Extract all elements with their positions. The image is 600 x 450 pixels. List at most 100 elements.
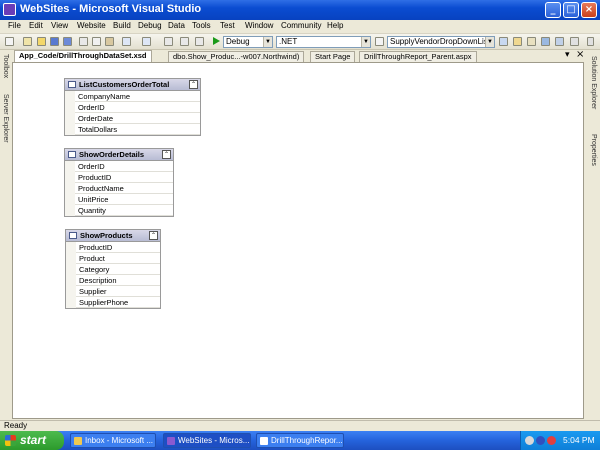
tab-start-page[interactable]: Start Page (310, 51, 356, 62)
datatable-list-customers-order-total[interactable]: ListCustomersOrderTotal ⌃ CompanyName Or… (64, 78, 201, 136)
solution-configuration-combo[interactable]: Debug ▼ (223, 36, 273, 48)
column-row[interactable]: CompanyName (75, 91, 200, 102)
security-alert-icon[interactable] (547, 436, 556, 445)
navigate-forward-icon[interactable] (180, 37, 189, 46)
column-row[interactable]: UnitPrice (75, 194, 173, 205)
taskbar-item-drillthrough-report[interactable]: DrillThroughRepor... (256, 433, 344, 448)
cut-icon[interactable] (79, 37, 88, 46)
toolbar-options-icon[interactable] (587, 37, 594, 46)
new-project-icon[interactable] (5, 37, 14, 46)
menu-help[interactable]: Help (327, 21, 343, 30)
title-bar[interactable]: WebSites - Microsoft Visual Studio _ □ × (0, 0, 600, 20)
add-item-icon[interactable] (23, 37, 32, 46)
server-explorer-tab[interactable]: Server Explorer (2, 94, 9, 143)
navigate-back-icon[interactable] (164, 37, 173, 46)
column-row[interactable]: SupplierPhone (76, 297, 160, 308)
tab-drillthrough-dataset[interactable]: App_Code/DrillThroughDataSet.xsd (14, 50, 152, 62)
menu-data[interactable]: Data (168, 21, 185, 30)
menu-bar: File Edit View Website Build Debug Data … (0, 20, 600, 34)
windows-taskbar: start Inbox - Microsoft ... WebSites - M… (0, 431, 600, 450)
properties-window-icon[interactable] (513, 37, 522, 46)
tab-list-dropdown[interactable]: ▾ (565, 50, 570, 60)
collapse-icon[interactable]: ⌃ (162, 150, 171, 159)
column-row[interactable]: Description (76, 275, 160, 286)
open-icon[interactable] (37, 37, 46, 46)
column-row[interactable]: OrderID (75, 102, 200, 113)
class-view-icon[interactable] (555, 37, 564, 46)
menu-community[interactable]: Community (281, 21, 321, 30)
visual-studio-icon (3, 3, 16, 16)
save-all-icon[interactable] (63, 37, 72, 46)
network-icon[interactable] (525, 436, 534, 445)
visual-studio-icon (167, 437, 175, 445)
datatable-icon (69, 232, 77, 239)
menu-website[interactable]: Website (77, 21, 106, 30)
column-row[interactable]: TotalDollars (75, 124, 200, 135)
browser-window-icon (260, 437, 268, 445)
taskbar-clock[interactable]: 5:04 PM (563, 435, 595, 445)
tab-drillthrough-report-parent[interactable]: DrillThroughReport_Parent.aspx (359, 51, 477, 62)
datatable-header[interactable]: ShowProducts ⌃ (66, 230, 160, 242)
menu-window[interactable]: Window (245, 21, 273, 30)
menu-tools[interactable]: Tools (192, 21, 211, 30)
maximize-button[interactable]: □ (563, 2, 579, 18)
column-row[interactable]: Category (76, 264, 160, 275)
dataset-designer-canvas[interactable]: ListCustomersOrderTotal ⌃ CompanyName Or… (12, 62, 584, 419)
column-row[interactable]: OrderDate (75, 113, 200, 124)
solution-explorer-tab[interactable]: Solution Explorer (590, 56, 597, 109)
chevron-down-icon[interactable]: ▼ (263, 37, 272, 47)
column-row[interactable]: OrderID (75, 161, 173, 172)
column-row[interactable]: Product (76, 253, 160, 264)
tab-show-products-query[interactable]: dbo.Show_Produc...-w007.Northwind) (168, 51, 305, 62)
menu-test[interactable]: Test (220, 21, 235, 30)
column-row[interactable]: ProductID (76, 242, 160, 253)
datatable-show-order-details[interactable]: ShowOrderDetails ⌃ OrderID ProductID Pro… (64, 148, 174, 217)
save-icon[interactable] (50, 37, 59, 46)
copy-icon[interactable] (92, 37, 101, 46)
menu-view[interactable]: View (51, 21, 68, 30)
messenger-icon[interactable] (536, 436, 545, 445)
column-row[interactable]: ProductID (75, 172, 173, 183)
right-dock-strip: Solution Explorer Properties (585, 50, 600, 420)
menu-edit[interactable]: Edit (29, 21, 43, 30)
solution-explorer-icon[interactable] (499, 37, 508, 46)
find-in-files-icon[interactable] (375, 37, 384, 46)
column-row[interactable]: ProductName (75, 183, 173, 194)
paste-icon[interactable] (105, 37, 114, 46)
chevron-down-icon[interactable]: ▼ (485, 37, 494, 47)
column-row[interactable]: Quantity (75, 205, 173, 216)
column-row[interactable]: Supplier (76, 286, 160, 297)
start-button[interactable]: start (0, 431, 64, 450)
toolbox-icon[interactable] (541, 37, 550, 46)
minimize-button[interactable]: _ (545, 2, 561, 18)
datatable-icon (68, 151, 76, 158)
window-title: WebSites - Microsoft Visual Studio (20, 3, 202, 15)
close-document-button[interactable]: × (576, 49, 584, 60)
taskbar-item-inbox[interactable]: Inbox - Microsoft ... (70, 433, 156, 448)
windows-logo-icon (5, 435, 16, 446)
collapse-icon[interactable]: ⌃ (189, 80, 198, 89)
solution-platform-combo[interactable]: .NET ▼ (276, 36, 371, 48)
standard-toolbar: Debug ▼ .NET ▼ SupplyVendorDropDownList ▼ (0, 34, 600, 50)
menu-file[interactable]: File (8, 21, 21, 30)
command-window-icon[interactable] (570, 37, 579, 46)
datatable-show-products[interactable]: ShowProducts ⌃ ProductID Product Categor… (65, 229, 161, 309)
properties-tab[interactable]: Properties (590, 134, 597, 166)
object-browser-icon[interactable] (527, 37, 536, 46)
find-icon[interactable] (195, 37, 204, 46)
find-combo[interactable]: SupplyVendorDropDownList ▼ (387, 36, 495, 48)
datatable-header[interactable]: ListCustomersOrderTotal ⌃ (65, 79, 200, 91)
undo-icon[interactable] (122, 37, 131, 46)
datatable-icon (68, 81, 76, 88)
redo-icon[interactable] (142, 37, 151, 46)
start-debugging-icon[interactable] (213, 37, 220, 45)
close-button[interactable]: × (581, 2, 597, 18)
collapse-icon[interactable]: ⌃ (149, 231, 158, 240)
chevron-down-icon[interactable]: ▼ (361, 37, 370, 47)
left-dock-strip: Toolbox Server Explorer (0, 50, 12, 420)
taskbar-item-websites[interactable]: WebSites - Micros... (163, 433, 251, 448)
menu-build[interactable]: Build (113, 21, 131, 30)
menu-debug[interactable]: Debug (138, 21, 162, 30)
toolbox-tab[interactable]: Toolbox (2, 54, 9, 78)
datatable-header[interactable]: ShowOrderDetails ⌃ (65, 149, 173, 161)
